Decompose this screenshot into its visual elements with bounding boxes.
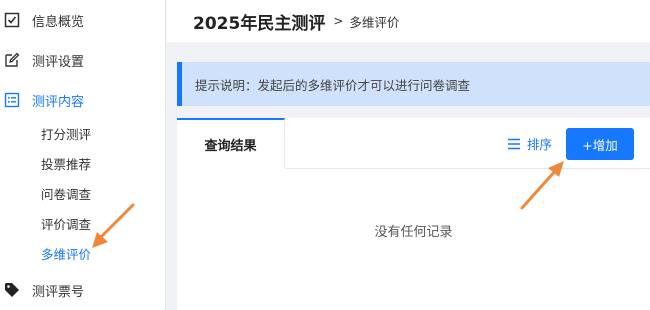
tab-active-underline-cover [177, 168, 285, 170]
tab-label: 查询结果 [204, 139, 257, 154]
sidebar-item-overview[interactable]: 信息概览 [0, 0, 166, 40]
sidebar-item-content[interactable]: 测评内容 [0, 80, 166, 120]
subitem-evaluation-survey[interactable]: 评价调查 [41, 215, 91, 235]
page-header: 2025年民主测评 > 多维评价 [167, 0, 650, 42]
checkbox-icon [4, 12, 20, 28]
tip-text: 提示说明：发起后的多维评价才可以进行问卷调查 [195, 77, 471, 93]
sidebar-item-ticket[interactable]: 测评票号 [0, 270, 166, 310]
subitem-score-eval[interactable]: 打分测评 [41, 125, 91, 145]
results-panel: 查询结果 排序 +增加 没有任何记录 [177, 118, 650, 310]
sidebar-item-label: 测评设置 [32, 54, 85, 70]
tab-bar: 查询结果 排序 +增加 [177, 118, 650, 170]
breadcrumb: 多维评价 [349, 14, 400, 30]
subitem-vote-recommend[interactable]: 投票推荐 [41, 155, 91, 175]
sidebar-item-label: 测评票号 [32, 284, 85, 300]
sort-label: 排序 [527, 137, 553, 152]
page-title: 2025年民主测评 [193, 13, 326, 34]
sort-lines-icon [507, 138, 521, 150]
add-button[interactable]: +增加 [566, 128, 634, 160]
empty-state-text: 没有任何记录 [374, 225, 453, 240]
list-icon [4, 92, 20, 108]
sidebar-item-label: 测评内容 [32, 94, 85, 110]
sort-button[interactable]: 排序 [507, 134, 552, 153]
tag-icon [4, 282, 20, 298]
sidebar-item-label: 信息概览 [32, 14, 85, 30]
tip-banner: 提示说明：发起后的多维评价才可以进行问卷调查 [177, 62, 650, 106]
tab-query-results[interactable]: 查询结果 [177, 118, 285, 169]
breadcrumb-separator: > [333, 14, 344, 28]
subitem-multi-dim-eval[interactable]: 多维评价 [41, 245, 91, 265]
sidebar-item-settings[interactable]: 测评设置 [0, 40, 166, 80]
sidebar: 信息概览 测评设置 测评内容 打分测评 投票推荐 问卷调查 评价调查 多维评价 … [0, 0, 166, 310]
subitem-questionnaire[interactable]: 问卷调查 [41, 185, 91, 205]
edit-icon [4, 52, 20, 68]
